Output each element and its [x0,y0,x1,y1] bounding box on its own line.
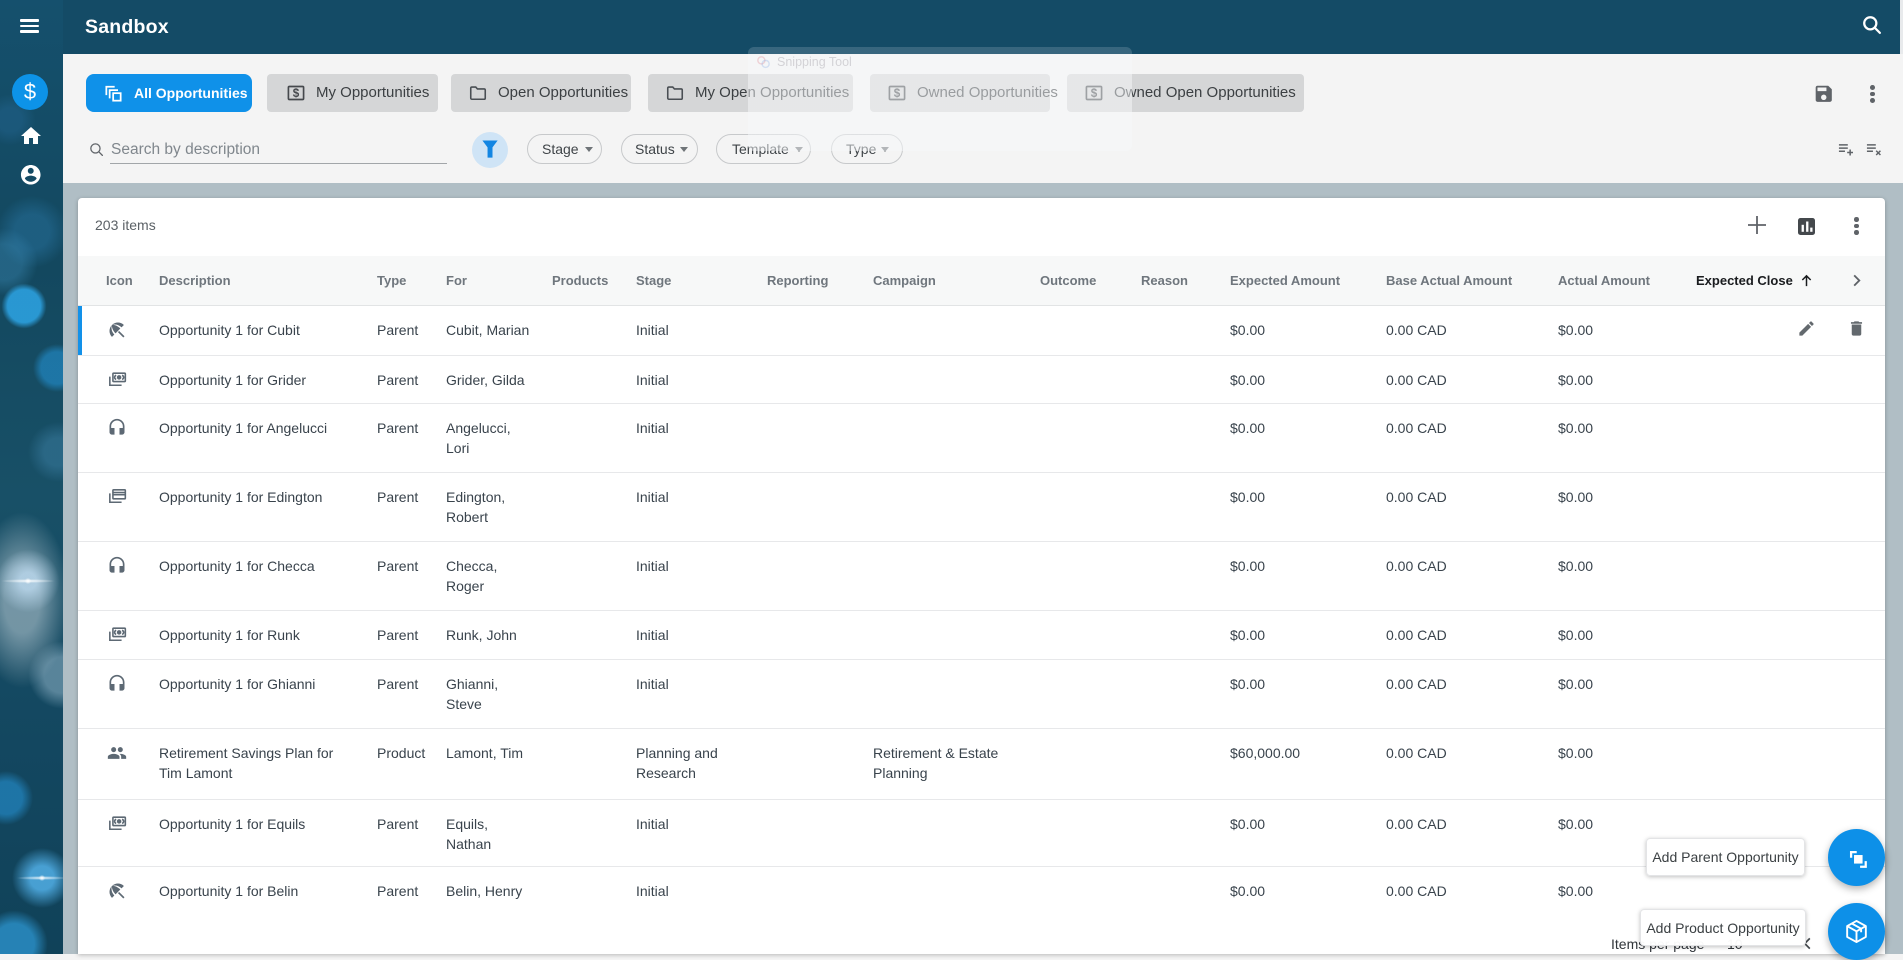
svg-text:$: $ [293,87,300,100]
